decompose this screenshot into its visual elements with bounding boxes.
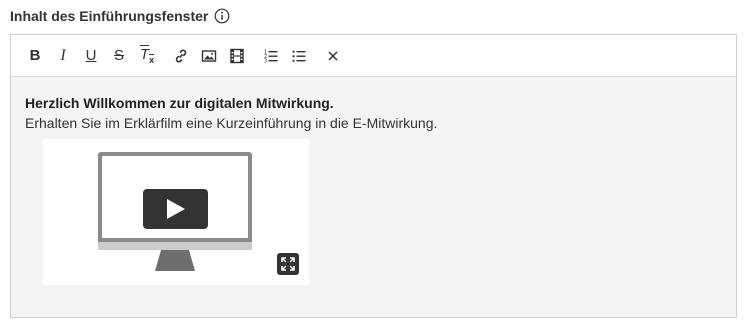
image-button[interactable] bbox=[195, 42, 223, 70]
field-label-row: Inhalt des Einführungsfenster bbox=[10, 8, 230, 24]
italic-button[interactable]: I bbox=[49, 42, 77, 70]
editor-toolbar: B I U S Tx 1 2 3 bbox=[11, 35, 736, 77]
bold-icon: B bbox=[29, 47, 41, 64]
ordered-list-button[interactable]: 1 2 3 bbox=[257, 42, 285, 70]
video-embed[interactable] bbox=[43, 139, 309, 285]
link-button[interactable] bbox=[167, 42, 195, 70]
unordered-list-button[interactable] bbox=[285, 42, 313, 70]
italic-icon: I bbox=[60, 46, 66, 64]
underline-icon: U bbox=[85, 47, 97, 64]
monitor-play-icon bbox=[98, 152, 252, 271]
strikethrough-icon: S bbox=[113, 47, 124, 64]
fullscreen-icon bbox=[281, 257, 295, 271]
rich-text-editor: B I U S Tx 1 2 3 Herzlich Willkommen zur… bbox=[10, 34, 737, 318]
editor-content[interactable]: Herzlich Willkommen zur digitalen Mitwir… bbox=[11, 77, 736, 317]
video-button[interactable] bbox=[223, 42, 251, 70]
clear-format-x: x bbox=[149, 55, 155, 65]
image-icon bbox=[201, 49, 217, 62]
welcome-heading: Herzlich Willkommen zur digitalen Mitwir… bbox=[25, 95, 334, 111]
info-icon[interactable] bbox=[214, 8, 230, 24]
unordered-list-icon bbox=[292, 50, 306, 62]
ordered-list-icon: 1 2 3 bbox=[264, 49, 278, 64]
underline-button[interactable]: U bbox=[77, 42, 105, 70]
clear-format-button[interactable]: Tx bbox=[133, 42, 161, 70]
clear-format-icon: Tx bbox=[140, 46, 154, 65]
intro-text: Erhalten Sie im Erklärfilm eine Kurzeinf… bbox=[25, 115, 438, 131]
fullscreen-button[interactable] bbox=[277, 253, 299, 275]
clear-format-t: T bbox=[139, 46, 150, 63]
svg-text:3: 3 bbox=[264, 58, 267, 64]
link-icon bbox=[175, 49, 187, 62]
field-label: Inhalt des Einführungsfenster bbox=[10, 8, 209, 24]
strikethrough-button[interactable]: S bbox=[105, 42, 133, 70]
bold-button[interactable]: B bbox=[21, 42, 49, 70]
video-icon bbox=[230, 48, 244, 63]
close-icon bbox=[328, 50, 338, 61]
close-button[interactable] bbox=[319, 42, 347, 70]
